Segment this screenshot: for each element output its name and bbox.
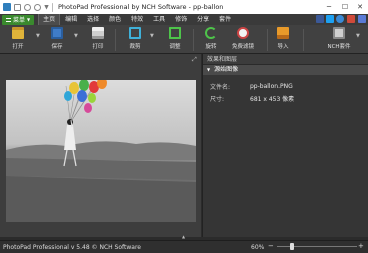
zoom-slider[interactable] [277,246,357,247]
crop-button[interactable]: 裁剪 [120,27,150,50]
print-button[interactable]: 打印 [83,27,113,50]
facebook-icon[interactable] [316,15,324,23]
crop-dropdown-icon[interactable]: ▼ [150,33,154,39]
main-menu-label: 菜单 [13,17,26,24]
collapse-icon[interactable]: ▲ [182,234,185,239]
rotate-icon [205,27,217,39]
chevron-down-icon: ▼ [207,67,211,72]
effects-layers-panel: 效果和图层 ▼ 源始图像 文件名: pp-ballon.PNG 尺寸: 681 … [202,54,368,237]
tab-color[interactable]: 颜色 [104,14,126,25]
save-dropdown-icon[interactable]: ▼ [74,33,78,39]
photo-drawing [6,80,196,222]
source-image-section[interactable]: ▼ 源始图像 [203,65,368,75]
section-label: 源始图像 [214,66,239,73]
settings-icon[interactable] [358,15,366,23]
print-label: 打印 [92,44,104,50]
open-button[interactable]: 打开 [3,27,33,50]
property-value: 681 x 453 像素 [250,95,295,103]
status-text: PhotoPad Professional v 5.48 © NCH Softw… [3,243,141,251]
filters-icon [237,27,249,39]
open-label: 打开 [12,44,24,50]
resize-label: 调整 [169,44,181,50]
import-icon [277,27,289,39]
menu-bar: 菜单 ▼ 主页 编辑 选择 颜色 特效 工具 修饰 分享 套件 [0,14,368,25]
chevron-down-icon: ▼ [27,17,31,22]
rotate-button[interactable]: 旋转 [196,27,226,50]
youtube-icon[interactable] [347,15,355,23]
save-button[interactable]: 保存 [42,27,72,50]
nch-suite-button[interactable]: NCH套件 [324,27,354,50]
divider [52,2,53,12]
rotate-label: 旋转 [205,44,217,50]
divider [115,29,116,51]
divider [193,29,194,51]
tab-home[interactable]: 主页 [38,14,61,25]
nch-suite-icon [333,27,345,39]
tab-effects[interactable]: 特效 [126,14,148,25]
expand-icon[interactable]: ⤢ [192,56,197,64]
resize-icon [169,27,181,39]
menu-icon [6,17,11,22]
property-row: 尺寸: 681 x 453 像素 [203,92,368,104]
resize-button[interactable]: 调整 [160,27,190,50]
main-menu-button[interactable]: 菜单 ▼ [2,14,35,25]
property-row: 文件名: pp-ballon.PNG [203,80,368,92]
import-button[interactable]: 导入 [268,27,298,50]
photo-image [6,80,196,222]
panel-title: 效果和图层 [203,54,368,65]
balloon [88,93,96,103]
crop-label: 裁剪 [129,44,141,50]
balloon [64,91,72,101]
image-canvas[interactable]: ⤢ ▲ [0,54,201,239]
tab-tools[interactable]: 工具 [148,14,170,25]
zoom-level: 60% [251,244,265,251]
undo-icon[interactable] [24,3,31,11]
close-button[interactable]: ✕ [352,0,368,14]
zoom-slider-thumb[interactable] [290,243,294,250]
balloon [84,103,92,113]
tab-select[interactable]: 选择 [82,14,104,25]
window-title: PhotoPad Professional by NCH Software - … [58,3,224,11]
property-label: 文件名: [210,83,231,91]
nch-suite-dropdown-icon[interactable]: ▼ [356,33,360,39]
tab-retouch[interactable]: 修饰 [170,14,192,25]
nch-suite-label: NCH套件 [327,44,351,50]
girl-head [67,119,73,125]
ribbon-toolbar: 打开 ▼ 保存 ▼ 打印 裁剪 ▼ 调整 旋转 免费滤镜 导入 NCH套件 ▼ [0,25,368,54]
tab-edit[interactable]: 编辑 [60,14,82,25]
open-dropdown-icon[interactable]: ▼ [36,33,40,39]
open-icon [12,27,24,39]
property-value: pp-ballon.PNG [250,82,293,90]
tab-suite[interactable]: 套件 [214,14,236,25]
help-icon[interactable] [336,15,344,23]
zoom-in-icon[interactable]: + [358,242,364,250]
free-filters-label: 免费滤镜 [231,44,254,50]
dropdown-icon[interactable] [44,4,49,10]
free-filters-button[interactable]: 免费滤镜 [228,27,258,50]
save-icon [51,27,63,39]
minimize-button[interactable]: ─ [321,0,337,14]
balloon [77,90,87,102]
save-label: 保存 [51,44,63,50]
import-label: 导入 [277,44,289,50]
zoom-out-icon[interactable]: − [268,242,274,250]
divider [303,29,304,51]
save-icon[interactable] [14,3,21,11]
title-bar: PhotoPad Professional by NCH Software - … [0,0,368,14]
tab-share[interactable]: 分享 [192,14,214,25]
maximize-button[interactable]: ☐ [337,0,353,14]
crop-icon [129,27,141,39]
print-icon [92,27,104,39]
redo-icon[interactable] [34,3,41,11]
app-icon [3,3,11,11]
property-label: 尺寸: [210,95,225,103]
twitter-icon[interactable] [326,15,334,23]
